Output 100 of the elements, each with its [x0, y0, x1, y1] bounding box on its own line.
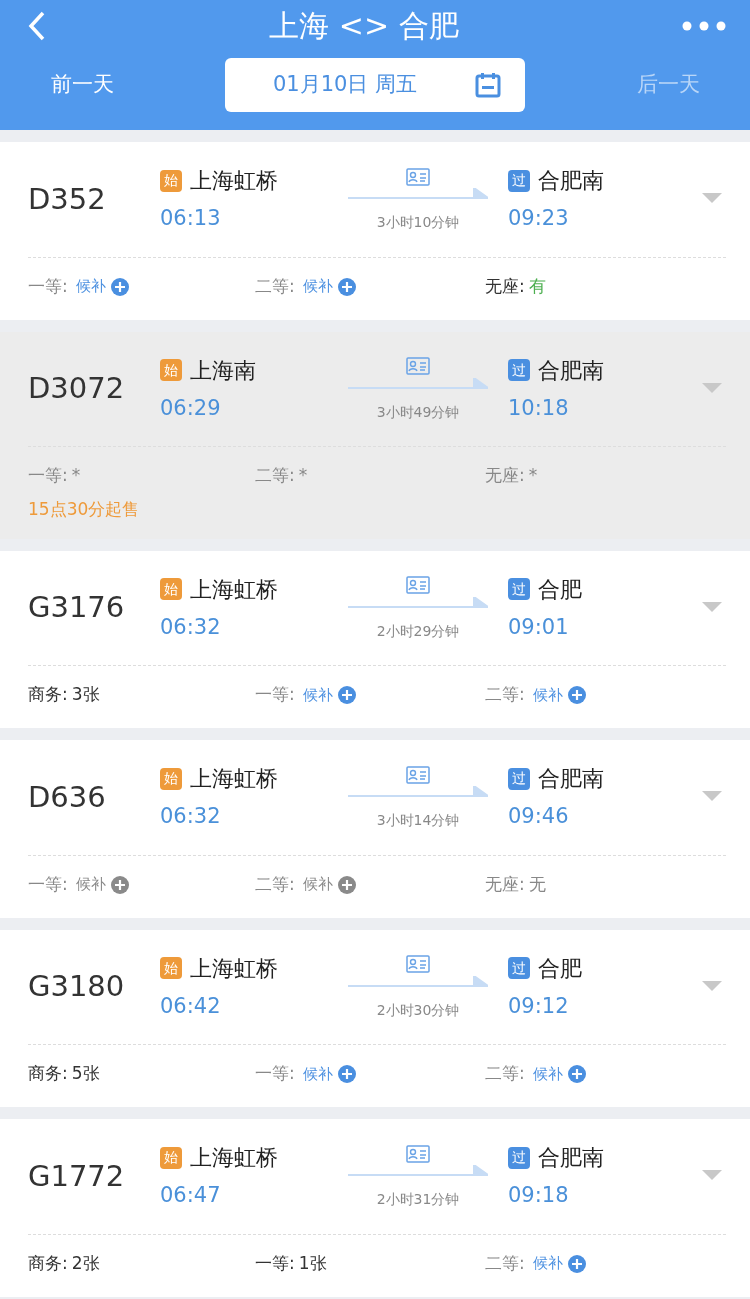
seat-class-label: 二等: — [255, 464, 295, 488]
train-card[interactable]: D636 始 上海虹桥 06:32 3小时14分钟 过 合肥南 09:46 一等: 候补 二等: 候补 无座: 无 — [0, 740, 750, 918]
via-badge: 过 — [508, 578, 530, 600]
waitlist-link[interactable]: 候补 — [75, 275, 106, 298]
departure-time: 06:32 — [160, 804, 221, 828]
plus-icon[interactable] — [110, 875, 129, 894]
duration-text: 2小时30分钟 — [376, 1001, 460, 1018]
train-number: D636 — [28, 779, 106, 814]
plus-icon[interactable] — [567, 1065, 586, 1083]
waitlist-link[interactable]: 候补 — [532, 1252, 563, 1275]
calendar-icon — [475, 72, 501, 98]
duration-text: 3小时10分钟 — [376, 214, 460, 231]
waitlist-link[interactable]: 候补 — [75, 873, 106, 896]
train-card[interactable]: G1772 始 上海虹桥 06:47 2小时31分钟 过 合肥南 09:18 商务: 2张 一等: 1张 二等: 候补 — [0, 1119, 750, 1297]
id-card-icon — [406, 576, 430, 595]
waitlist-link[interactable]: 候补 — [532, 683, 563, 707]
sale-time-note: 15点30分起售 — [28, 499, 140, 519]
departure-time: 06:42 — [160, 993, 221, 1018]
duration-text: 2小时29分钟 — [376, 622, 460, 639]
waitlist-link[interactable]: 候补 — [302, 275, 333, 298]
arrow-icon — [348, 596, 488, 611]
seat-availability: 无 — [528, 872, 546, 896]
arrival-station: 合肥 — [538, 575, 582, 604]
seat-class-label: 无座: — [485, 464, 525, 488]
seat-availability: * — [71, 464, 81, 488]
seat-class-label: 商务: — [28, 683, 68, 707]
seat-availability: 1张 — [298, 1251, 327, 1275]
plus-icon[interactable] — [567, 1254, 586, 1273]
departure-time: 06:32 — [160, 614, 221, 639]
waitlist-link[interactable]: 候补 — [302, 683, 333, 707]
train-number: G3176 — [28, 590, 125, 624]
date-text: 01月10日 周五 — [273, 71, 418, 99]
seat-class-label: 二等: — [485, 1251, 525, 1275]
dropdown-icon[interactable] — [702, 980, 722, 993]
departure-station: 上海虹桥 — [190, 1144, 278, 1172]
seat-availability: 3张 — [71, 683, 100, 707]
seat-class-label: 一等: — [28, 872, 68, 896]
seat-class-label: 商务: — [28, 1251, 68, 1275]
departure-station: 上海虹桥 — [190, 954, 278, 983]
via-badge: 过 — [508, 1146, 530, 1169]
date-picker[interactable]: 01月10日 周五 — [225, 58, 525, 112]
arrival-time: 09:01 — [508, 614, 569, 639]
dropdown-icon[interactable] — [702, 791, 722, 804]
arrow-icon — [348, 975, 488, 990]
seat-availability: 有 — [528, 274, 546, 298]
plus-icon[interactable] — [337, 1065, 356, 1083]
seat-class-label: 一等: — [28, 274, 68, 298]
id-card-icon — [406, 167, 430, 186]
seat-class-label: 二等: — [255, 274, 295, 298]
train-number: G1772 — [28, 1158, 125, 1193]
arrow-icon — [348, 377, 488, 392]
plus-icon[interactable] — [567, 686, 586, 704]
train-card[interactable]: D3072 始 上海南 06:29 3小时49分钟 过 合肥南 10:18 一等: * 二等: * 无座: * 15点30分起售 — [0, 331, 750, 539]
arrival-time: 10:18 — [508, 395, 569, 420]
departure-station: 上海虹桥 — [190, 575, 278, 604]
arrival-time: 09:12 — [508, 993, 569, 1018]
departure-station: 上海南 — [190, 356, 256, 385]
origin-badge: 始 — [160, 169, 182, 192]
arrival-time: 09:46 — [508, 804, 569, 828]
departure-station: 上海虹桥 — [190, 765, 278, 793]
train-card[interactable]: D352 始 上海虹桥 06:13 3小时10分钟 过 合肥南 09:23 一等: 候补 二等: 候补 无座: 有 — [0, 142, 750, 320]
seat-availability: * — [528, 464, 538, 488]
arrival-station: 合肥南 — [538, 1144, 604, 1172]
arrival-station: 合肥 — [538, 954, 582, 983]
id-card-icon — [406, 1144, 430, 1163]
dropdown-icon[interactable] — [702, 1170, 722, 1183]
seat-class-label: 商务: — [28, 1062, 68, 1086]
plus-icon[interactable] — [110, 277, 129, 296]
origin-badge: 始 — [160, 359, 182, 381]
departure-time: 06:47 — [160, 1183, 221, 1207]
arrival-station: 合肥南 — [538, 167, 604, 195]
seat-class-label: 二等: — [255, 872, 295, 896]
via-badge: 过 — [508, 957, 530, 979]
plus-icon[interactable] — [337, 686, 356, 704]
via-badge: 过 — [508, 359, 530, 381]
origin-badge: 始 — [160, 767, 182, 790]
plus-icon[interactable] — [337, 875, 356, 894]
dropdown-icon[interactable] — [702, 601, 722, 614]
arrival-station: 合肥南 — [538, 356, 604, 385]
dropdown-icon[interactable] — [702, 193, 722, 206]
more-icon[interactable] — [682, 21, 726, 31]
seat-class-label: 二等: — [485, 683, 525, 707]
id-card-icon — [406, 357, 430, 376]
duration-text: 2小时31分钟 — [376, 1191, 460, 1208]
train-card[interactable]: G3176 始 上海虹桥 06:32 2小时29分钟 过 合肥 09:01 商务: 3张 一等: 候补 二等: 候补 — [0, 550, 750, 728]
arrival-station: 合肥南 — [538, 765, 604, 793]
seat-class-label: 一等: — [255, 683, 295, 707]
previous-day-button[interactable]: 前一天 — [0, 69, 164, 101]
waitlist-link[interactable]: 候补 — [302, 1062, 333, 1086]
train-card[interactable]: G3180 始 上海虹桥 06:42 2小时30分钟 过 合肥 09:12 商务: 5张 一等: 候补 二等: 候补 — [0, 929, 750, 1107]
back-icon[interactable] — [28, 11, 46, 41]
seat-availability: 2张 — [71, 1251, 100, 1275]
waitlist-link[interactable]: 候补 — [532, 1062, 563, 1086]
seat-class-label: 二等: — [485, 1062, 525, 1086]
waitlist-link[interactable]: 候补 — [302, 873, 333, 896]
train-number: D352 — [28, 181, 106, 216]
departure-time: 06:29 — [160, 395, 221, 420]
id-card-icon — [406, 765, 430, 784]
train-number: D3072 — [28, 371, 125, 405]
plus-icon[interactable] — [337, 277, 356, 296]
